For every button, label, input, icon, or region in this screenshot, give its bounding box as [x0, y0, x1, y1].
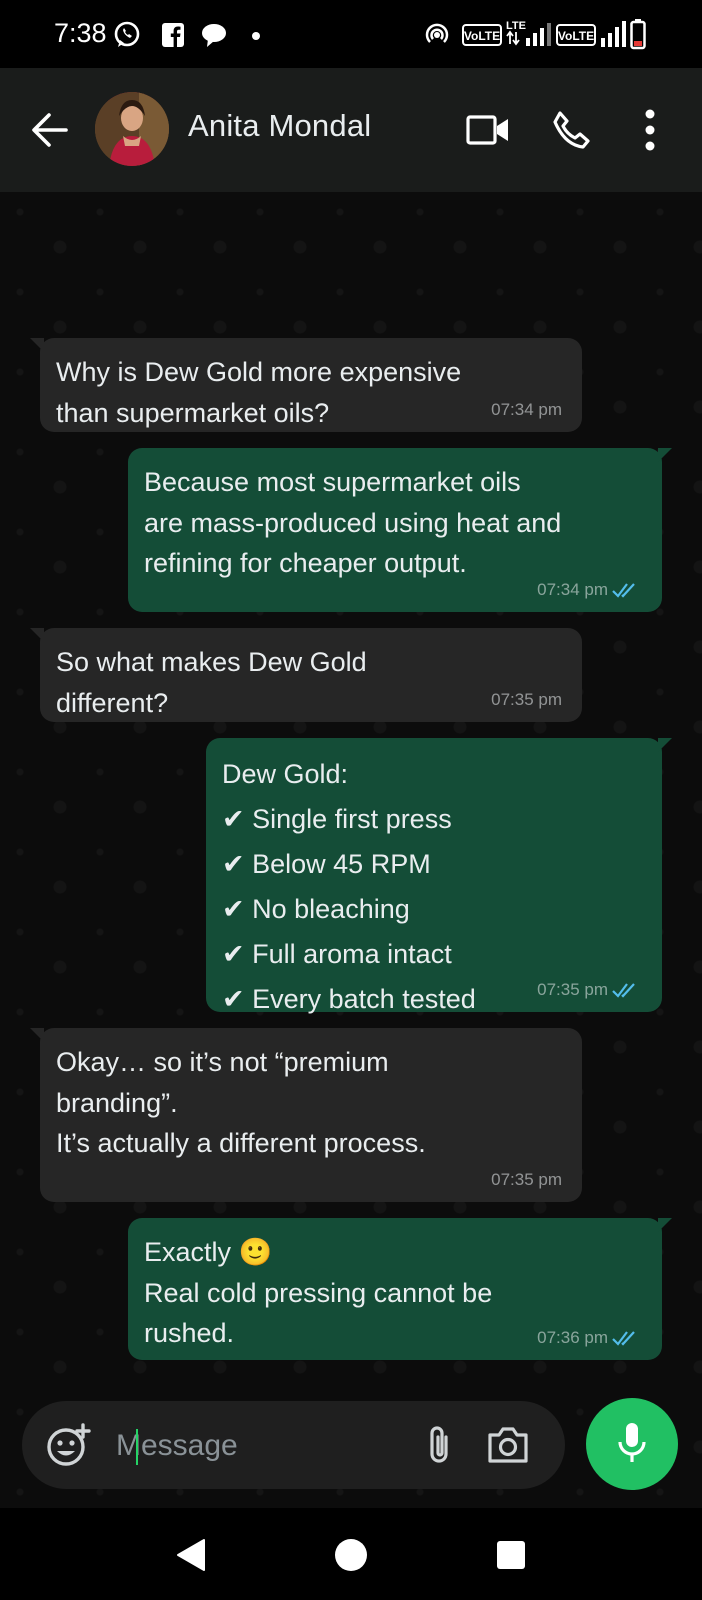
whatsapp-icon	[114, 21, 140, 47]
status-time: 7:38	[54, 18, 107, 48]
message-meta: 07:34 pm	[491, 400, 562, 420]
battery-icon	[630, 19, 646, 50]
message-time: 07:34 pm	[537, 580, 608, 599]
message-meta: 07:35 pm	[537, 980, 642, 1000]
message-bubble-outgoing[interactable]: Dew Gold: ✔ Single first press ✔ Below 4…	[206, 738, 672, 1014]
more-options-icon[interactable]	[643, 108, 657, 152]
volte-2-label: VoLTE	[558, 29, 594, 43]
lte-signal-icon: LTE	[506, 20, 551, 46]
avatar-image	[95, 92, 169, 166]
message-time: 07:35 pm	[491, 1170, 562, 1189]
message-composer	[22, 1401, 565, 1489]
message-time: 07:34 pm	[491, 400, 562, 419]
mic-button[interactable]	[586, 1398, 678, 1490]
lte-label: LTE	[506, 20, 526, 32]
attach-icon[interactable]	[424, 1423, 454, 1467]
facebook-icon	[162, 23, 184, 47]
recents-square-icon[interactable]	[496, 1540, 526, 1570]
message-input[interactable]	[114, 1419, 408, 1473]
read-ticks-icon	[612, 983, 635, 998]
message-text: Okay… so it’s not “premium branding”. It…	[56, 1047, 426, 1158]
system-nav-bar	[0, 1508, 702, 1600]
message-text: Because most supermarket oils are mass-p…	[144, 467, 562, 578]
message-text: So what makes Dew Gold different?	[56, 647, 367, 718]
message-bubble-incoming[interactable]: So what makes Dew Gold different? 07:35 …	[30, 628, 582, 722]
video-call-icon[interactable]	[466, 114, 510, 146]
signal-icon	[601, 21, 626, 47]
camera-icon[interactable]	[486, 1425, 530, 1465]
bubble-tail	[658, 448, 672, 462]
message-bubble-outgoing[interactable]: Exactly 🙂 Real cold pressing cannot be r…	[128, 1218, 672, 1360]
emoji-sticker-icon[interactable]	[46, 1423, 92, 1467]
chat-bubble-icon	[202, 24, 226, 47]
back-triangle-icon[interactable]	[176, 1538, 206, 1572]
message-meta: 07:35 pm	[491, 690, 562, 710]
volte-1-label: VoLTE	[464, 29, 500, 43]
mic-icon	[618, 1423, 646, 1462]
message-time: 07:35 pm	[537, 980, 608, 999]
read-ticks-icon	[612, 583, 635, 598]
voice-call-icon[interactable]	[551, 110, 591, 150]
chat-header: Anita Mondal	[0, 68, 702, 192]
bubble-tail	[30, 628, 44, 642]
message-bubble-incoming[interactable]: Okay… so it’s not “premium branding”. It…	[30, 1028, 582, 1202]
bubble-tail	[658, 738, 672, 752]
message-text: Why is Dew Gold more expensive than supe…	[56, 357, 462, 428]
chat-area[interactable]: Why is Dew Gold more expensive than supe…	[0, 192, 702, 1508]
message-meta: 07:35 pm	[491, 1170, 562, 1190]
volte-1-icon: VoLTE	[462, 24, 502, 46]
bubble-tail	[30, 338, 44, 352]
message-bubble-outgoing[interactable]: Because most supermarket oils are mass-p…	[128, 448, 672, 612]
bubble-tail	[30, 1028, 44, 1042]
volte-2-icon: VoLTE	[556, 24, 596, 46]
dot-icon	[252, 32, 260, 40]
text-cursor	[136, 1429, 138, 1465]
hotspot-icon	[425, 23, 449, 43]
avatar[interactable]	[95, 92, 169, 166]
message-time: 07:36 pm	[537, 1328, 608, 1347]
message-meta: 07:36 pm	[537, 1328, 642, 1348]
message-bubble-incoming[interactable]: Why is Dew Gold more expensive than supe…	[30, 338, 582, 432]
message-time: 07:35 pm	[491, 690, 562, 709]
back-arrow-icon[interactable]	[30, 112, 68, 148]
contact-name[interactable]: Anita Mondal	[188, 108, 371, 144]
read-ticks-icon	[612, 1331, 635, 1346]
bubble-tail	[658, 1218, 672, 1232]
status-bar: 7:38 VoLTE LTE VoLTE	[0, 0, 702, 68]
message-meta: 07:34 pm	[537, 580, 642, 600]
home-circle-icon[interactable]	[334, 1538, 368, 1572]
